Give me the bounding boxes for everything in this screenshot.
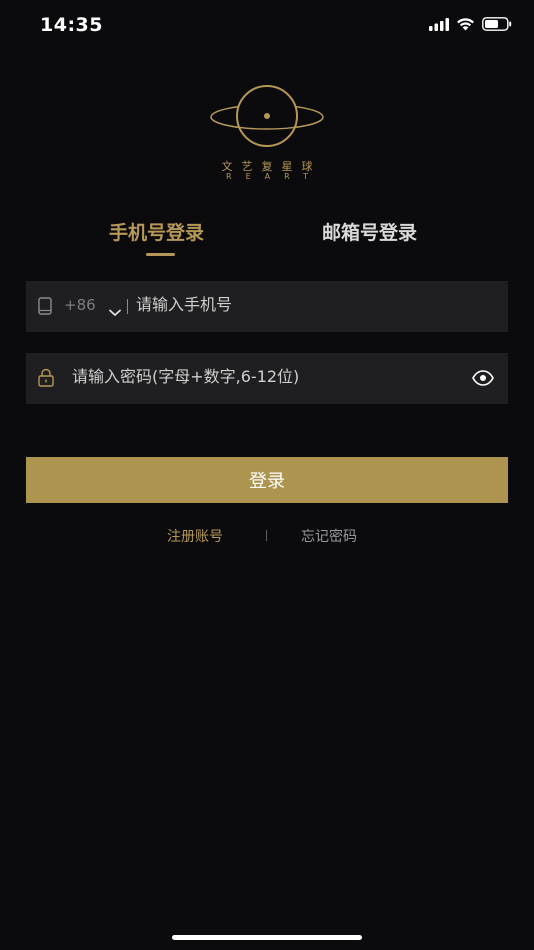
phone-icon: [38, 297, 52, 315]
logo-name-en: REART: [226, 172, 322, 181]
app-logo: 文艺复星球 REART: [206, 84, 328, 184]
wifi-icon: [456, 16, 475, 35]
login-button[interactable]: 登录: [26, 457, 508, 503]
battery-icon: [482, 16, 512, 35]
planet-ring-logo: [210, 85, 324, 147]
register-link[interactable]: 注册账号: [167, 526, 223, 546]
status-time: 14:35: [40, 14, 103, 36]
home-indicator[interactable]: [172, 935, 362, 940]
links-divider: [266, 530, 267, 541]
chevron-down-icon[interactable]: [109, 302, 121, 316]
active-tab-indicator: [146, 253, 175, 256]
cellular-signal-icon: [429, 16, 449, 35]
status-bar: 14:35: [0, 0, 534, 54]
forgot-password-link[interactable]: 忘记密码: [301, 526, 357, 546]
field-divider: [127, 299, 128, 314]
login-screen: 14:35 文艺复星球 REART 手机号登录 邮箱号登录 +86 请输入手机号…: [0, 0, 534, 950]
tab-phone-login[interactable]: 手机号登录: [109, 218, 204, 245]
status-icons: [429, 16, 512, 35]
phone-number-input[interactable]: [136, 295, 496, 314]
password-field[interactable]: [26, 353, 508, 404]
eye-icon[interactable]: [472, 370, 494, 386]
tab-email-login[interactable]: 邮箱号登录: [322, 218, 417, 245]
password-input[interactable]: [72, 367, 462, 386]
country-code-selector[interactable]: +86: [64, 296, 96, 314]
phone-field[interactable]: +86: [26, 281, 508, 332]
lock-icon: [38, 368, 54, 387]
